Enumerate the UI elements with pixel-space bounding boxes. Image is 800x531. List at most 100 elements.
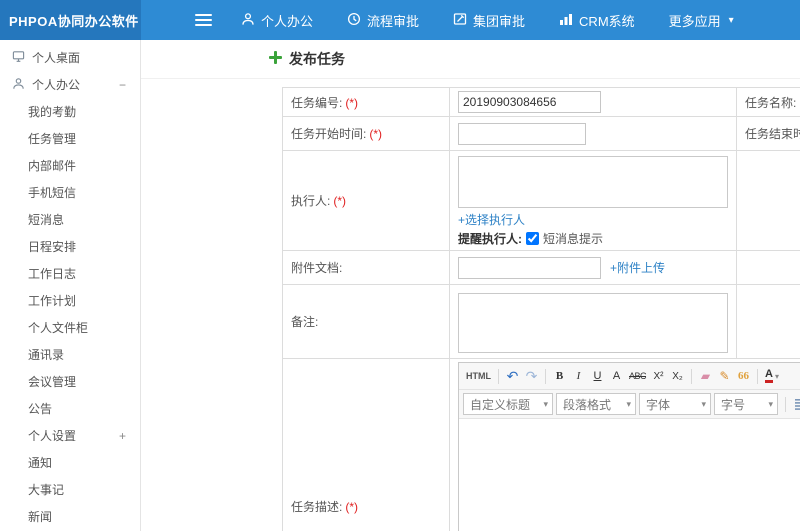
superscript-button[interactable]: X² [649, 366, 668, 386]
page-title: 发布任务 [269, 49, 345, 69]
redo-icon[interactable]: ↷ [522, 366, 541, 386]
required-mark: (*) [369, 127, 383, 141]
end-time-label-cell: 任务结束时间:(*) [736, 116, 800, 151]
editor-toolbar-row1: HTML ↶ ↷ B I U A ABC X² X₂ ▰ ✎ 66 A ▾ [459, 363, 800, 390]
eraser-icon[interactable]: ▰ [696, 366, 715, 386]
blockquote-button[interactable]: 66 [734, 366, 753, 386]
nav-label: CRM系统 [579, 13, 635, 29]
user-icon [12, 77, 25, 93]
sidebar-item-contacts[interactable]: 通讯录 [0, 341, 140, 368]
sidebar-item-news[interactable]: 新闻 [0, 503, 140, 530]
task-name-label-cell: 任务名称:(*) [736, 87, 800, 117]
sidebar-group-personal-office[interactable]: 个人办公 − [0, 71, 140, 98]
sidebar-item-schedule[interactable]: 日程安排 [0, 233, 140, 260]
subscript-button[interactable]: X₂ [668, 366, 687, 386]
remark-textarea[interactable] [458, 292, 728, 353]
task-number-input[interactable] [458, 91, 601, 113]
sidebar-item-file-cabinet[interactable]: 个人文件柜 [0, 314, 140, 341]
nav-group-approval[interactable]: 集团审批 [453, 11, 525, 30]
html-source-button[interactable]: HTML [463, 366, 494, 386]
attachment-input[interactable] [458, 256, 601, 279]
choose-executor-link[interactable]: +选择执行人 [458, 213, 525, 227]
sidebar-item-work-plan[interactable]: 工作计划 [0, 287, 140, 314]
chevron-down-icon: ▾ [701, 398, 706, 409]
sms-remind-checkbox[interactable] [526, 232, 539, 245]
edit-document-icon [453, 12, 467, 29]
start-time-label-cell: 任务开始时间: (*) [282, 116, 450, 151]
sidebar-item-short-message[interactable]: 短消息 [0, 206, 140, 233]
app-logo[interactable]: PHPOA协同办公软件 [0, 0, 141, 40]
chevron-down-icon: ▾ [626, 398, 631, 409]
nav-process-approval[interactable]: 流程审批 [347, 11, 419, 30]
sidebar-item-meetings[interactable]: 会议管理 [0, 368, 140, 395]
user-icon [241, 12, 255, 29]
chevron-down-icon: ▾ [728, 14, 734, 26]
sidebar-label: 个人桌面 [32, 51, 81, 65]
editor-toolbar-row2: 自定义标题 ▾ 段落格式 ▾ 字体 ▾ 字号 ▾ [459, 390, 800, 419]
sms-remind-label: 短消息提示 [543, 232, 604, 246]
bar-chart-icon [559, 12, 573, 29]
strikethrough-button[interactable]: ABC [626, 366, 649, 386]
editor-content-area[interactable] [459, 419, 800, 531]
sidebar-label: 个人办公 [32, 78, 81, 92]
bold-button[interactable]: B [550, 366, 569, 386]
hamburger-menu-icon[interactable] [189, 0, 217, 40]
font-style-button[interactable]: A [607, 366, 626, 386]
sidebar-item-task-management[interactable]: 任务管理 [0, 125, 140, 152]
toolbar-separator [785, 396, 786, 412]
sidebar-item-milestones[interactable]: 大事记 [0, 476, 140, 503]
start-time-label: 任务开始时间: [291, 127, 367, 141]
sidebar-item-notifications[interactable]: 通知 [0, 449, 140, 476]
attachment-label-cell: 附件文档: [282, 250, 450, 285]
required-mark: (*) [333, 194, 347, 208]
sidebar-item-personal-settings[interactable]: 个人设置 + [0, 422, 140, 449]
toolbar-separator [757, 368, 759, 384]
italic-button[interactable]: I [569, 366, 588, 386]
desktop-icon [12, 50, 25, 66]
paragraph-format-select[interactable]: 段落格式 ▾ [556, 393, 636, 415]
main-content: 发布任务 任务编号:(*) 任务名称:(*) [141, 40, 800, 531]
executor-textarea[interactable] [458, 156, 728, 208]
expand-icon[interactable]: + [119, 429, 126, 443]
nav-label: 个人办公 [261, 13, 314, 29]
underline-button[interactable]: U [588, 366, 607, 386]
font-family-select[interactable]: 字体 ▾ [639, 393, 711, 415]
nav-crm-system[interactable]: CRM系统 [559, 11, 635, 30]
collapse-icon[interactable]: − [119, 78, 126, 92]
nav-personal-office[interactable]: 个人办公 [241, 11, 313, 30]
attachment-label: 附件文档: [291, 261, 343, 275]
heading-select[interactable]: 自定义标题 ▾ [463, 393, 553, 415]
page-header: 发布任务 [141, 40, 800, 79]
remind-executor-label: 提醒执行人: [458, 232, 522, 246]
sidebar-item-sms[interactable]: 手机短信 [0, 179, 140, 206]
remark-label-cell: 备注: [282, 284, 450, 359]
sidebar-item-work-log[interactable]: 工作日志 [0, 260, 140, 287]
description-label: 任务描述: [291, 499, 343, 514]
sidebar-item-announcements[interactable]: 公告 [0, 395, 140, 422]
end-time-label: 任务结束时间: [745, 127, 800, 141]
sidebar-item-internal-mail[interactable]: 内部邮件 [0, 152, 140, 179]
chevron-down-icon: ▾ [543, 398, 548, 409]
process-clock-icon [347, 12, 361, 29]
executor-label-cell: 执行人: (*) [282, 150, 450, 251]
align-left-icon[interactable] [790, 394, 800, 414]
executor-label: 执行人: [291, 194, 331, 208]
top-nav: 个人办公 流程审批 集团审批 CRM系统 更多应用 ▾ [241, 0, 734, 40]
nav-more-apps[interactable]: 更多应用 ▾ [669, 11, 734, 30]
sidebar-item-attendance[interactable]: 我的考勤 [0, 98, 140, 125]
toolbar-separator [691, 368, 693, 384]
nav-label: 更多应用 [668, 13, 721, 29]
required-mark: (*) [345, 499, 359, 514]
font-size-select[interactable]: 字号 ▾ [714, 393, 778, 415]
font-color-button[interactable]: A ▾ [762, 366, 782, 386]
task-name-label: 任务名称: [745, 95, 797, 110]
top-header: PHPOA协同办公软件 个人办公 流程审批 集团审批 CRM系统 更多应用 ▾ [0, 0, 800, 40]
publish-task-form: 任务编号:(*) 任务名称:(*) 任务开始时间:(*) [141, 79, 800, 531]
undo-icon[interactable]: ↶ [503, 366, 522, 386]
toolbar-separator [545, 368, 546, 384]
sidebar-item-desktop[interactable]: 个人桌面 [0, 44, 140, 71]
format-painter-icon[interactable]: ✎ [715, 366, 734, 386]
start-time-input[interactable] [458, 122, 586, 145]
required-mark: (*) [345, 95, 359, 110]
attachment-upload-link[interactable]: +附件上传 [610, 259, 665, 276]
